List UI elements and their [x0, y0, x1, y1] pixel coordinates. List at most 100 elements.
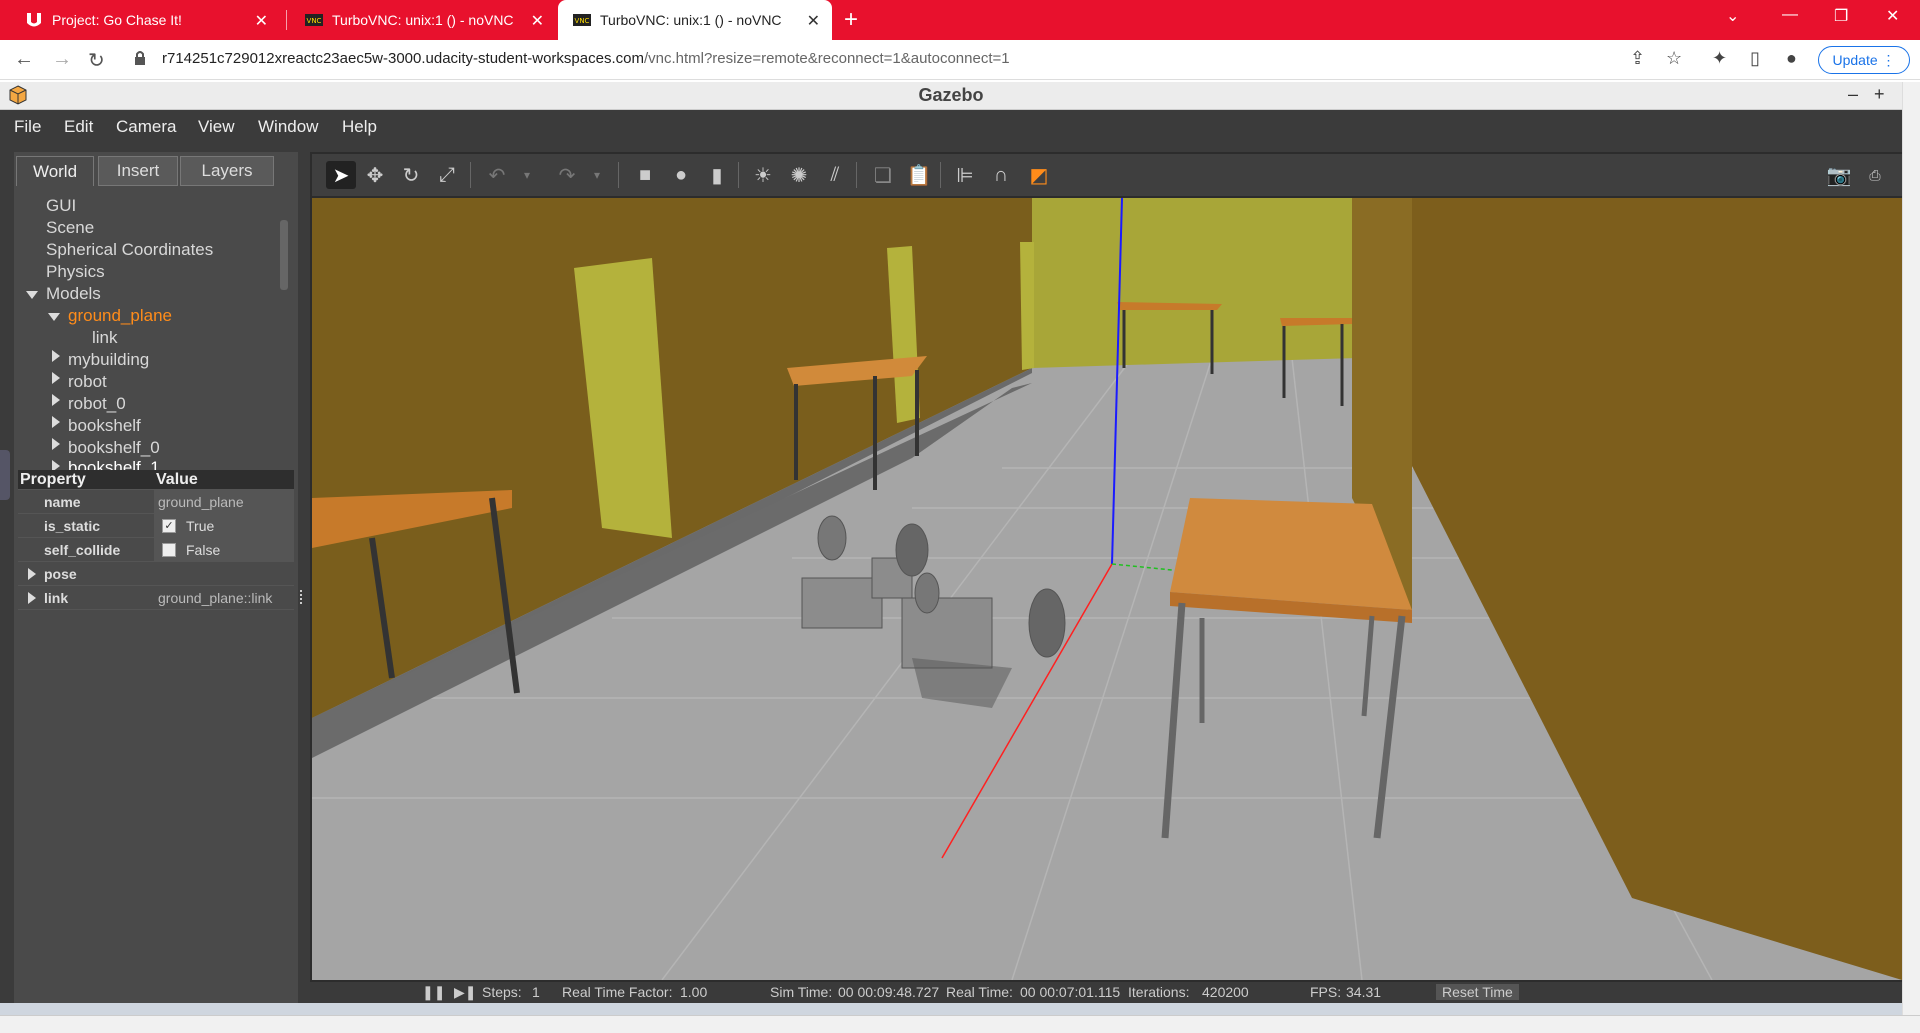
tab-insert[interactable]: Insert — [98, 156, 178, 186]
address-bar: ← → ↻ r714251c729012xreactc23aec5w-3000.… — [0, 40, 1920, 80]
undo-dropdown-icon[interactable]: ▾ — [512, 161, 542, 189]
change-view-icon[interactable]: ◩ — [1024, 161, 1054, 189]
undo-icon[interactable]: ↶ — [482, 161, 512, 189]
translate-mode-icon[interactable]: ✥ — [360, 161, 390, 189]
minimize-icon[interactable]: — — [1782, 6, 1798, 24]
menu-help[interactable]: Help — [342, 117, 377, 137]
align-icon[interactable]: ⊫ — [950, 161, 980, 189]
gz-minimize-icon[interactable]: – — [1848, 84, 1858, 105]
property-table: Property Value name ground_plane is_stat… — [18, 470, 294, 610]
url-field[interactable]: r714251c729012xreactc23aec5w-3000.udacit… — [162, 50, 1010, 67]
side-collapse-handle[interactable] — [0, 450, 10, 500]
copy-icon[interactable]: ❏ — [868, 161, 898, 189]
new-tab-icon[interactable]: + — [844, 6, 858, 34]
side-panel-icon[interactable]: ▯ — [1750, 48, 1760, 69]
reload-icon[interactable]: ↻ — [88, 48, 105, 73]
page-horizontal-scrollbar[interactable] — [0, 1015, 1920, 1033]
scene-view[interactable] — [312, 198, 1902, 980]
share-icon[interactable]: ⇪ — [1630, 48, 1645, 69]
tree-item-bookshelf-0[interactable]: bookshelf_0 — [68, 438, 160, 458]
collide-checkbox[interactable] — [162, 543, 176, 557]
menu-edit[interactable]: Edit — [64, 117, 93, 137]
rotate-mode-icon[interactable]: ↻ — [396, 161, 426, 189]
gz-maximize-icon[interactable]: + — [1874, 84, 1885, 105]
point-light-icon[interactable]: ☀ — [748, 161, 778, 189]
gazebo-window: File Edit Camera View Window Help World … — [0, 110, 1902, 1003]
spot-light-icon[interactable]: ✺ — [784, 161, 814, 189]
cylinder-shape-icon[interactable]: ▮ — [702, 161, 732, 189]
pause-icon[interactable]: ❚❚ — [422, 984, 445, 1001]
static-checkbox[interactable]: ✓ — [162, 519, 176, 533]
steps-value[interactable]: 1 — [532, 984, 540, 1000]
menu-view[interactable]: View — [198, 117, 235, 137]
expand-arrow-icon[interactable] — [26, 291, 38, 299]
box-shape-icon[interactable]: ■ — [630, 161, 660, 189]
tree-item-mybuilding[interactable]: mybuilding — [68, 350, 149, 370]
tree-item-bookshelf[interactable]: bookshelf — [68, 416, 141, 436]
expand-arrow-icon[interactable] — [48, 313, 60, 321]
collapse-arrow-icon[interactable] — [52, 416, 60, 428]
collapse-arrow-icon[interactable] — [52, 394, 60, 406]
close-icon[interactable]: ✕ — [531, 11, 544, 31]
bookmark-star-icon[interactable]: ☆ — [1666, 48, 1682, 69]
close-icon[interactable]: ✕ — [807, 11, 820, 31]
menu-camera[interactable]: Camera — [116, 117, 176, 137]
tab-world[interactable]: World — [16, 156, 94, 186]
tab-layers[interactable]: Layers — [180, 156, 274, 186]
tab-search-icon[interactable]: ⌄ — [1726, 6, 1739, 26]
forward-icon[interactable]: → — [52, 48, 72, 71]
collapse-arrow-icon[interactable] — [52, 372, 60, 384]
tree-item-gui[interactable]: GUI — [46, 196, 76, 216]
collapse-arrow-icon[interactable] — [52, 350, 60, 362]
redo-icon[interactable]: ↷ — [552, 161, 582, 189]
tree-scrollbar[interactable] — [280, 220, 288, 290]
profile-icon[interactable]: ● — [1786, 48, 1797, 69]
collapse-arrow-icon[interactable] — [52, 438, 60, 450]
property-value[interactable]: ground_plane — [158, 494, 244, 510]
expand-arrow-icon[interactable] — [28, 568, 36, 580]
tab-vnc-2[interactable]: VNC TurboVNC: unix:1 () - noVNC ✕ — [558, 0, 832, 40]
gazebo-titlebar: Gazebo – + — [0, 82, 1902, 110]
tree-item-robot[interactable]: robot — [68, 372, 107, 392]
update-button[interactable]: Update ⋮ — [1818, 46, 1910, 74]
tab-vnc-1[interactable]: VNC TurboVNC: unix:1 () - noVNC ✕ — [290, 0, 556, 40]
log-icon[interactable]: ⎙ — [1860, 161, 1890, 189]
close-window-icon[interactable]: ✕ — [1886, 6, 1899, 26]
directional-light-icon[interactable]: ⫽ — [820, 161, 850, 189]
reset-time-button[interactable]: Reset Time — [1436, 984, 1519, 1000]
extensions-icon[interactable]: ✦ — [1712, 48, 1727, 69]
svg-text:VNC: VNC — [575, 17, 590, 25]
menu-window[interactable]: Window — [258, 117, 318, 137]
scale-mode-icon[interactable]: ⤢ — [432, 161, 462, 189]
splitter-handle[interactable] — [300, 590, 304, 604]
page-vertical-scrollbar[interactable] — [1902, 82, 1920, 1015]
sphere-shape-icon[interactable]: ● — [666, 161, 696, 189]
snap-icon[interactable]: ∩ — [986, 161, 1016, 189]
tree-item-link[interactable]: link — [92, 328, 118, 348]
step-icon[interactable]: ▶❚ — [454, 984, 477, 1001]
property-row-link[interactable]: link ground_plane::link — [18, 586, 294, 610]
tree-item-scene[interactable]: Scene — [46, 218, 94, 238]
property-row-pose[interactable]: pose — [18, 562, 294, 586]
expand-arrow-icon[interactable] — [28, 592, 36, 604]
select-mode-icon[interactable]: ➤ — [326, 161, 356, 189]
udacity-icon — [24, 10, 44, 30]
close-icon[interactable]: ✕ — [255, 11, 268, 31]
property-row-static: is_static ✓ True — [18, 514, 294, 538]
tree-item-spherical[interactable]: Spherical Coordinates — [46, 240, 213, 260]
tree-item-models[interactable]: Models — [46, 284, 101, 304]
tree-item-ground-plane[interactable]: ground_plane — [68, 306, 172, 326]
browser-tab-bar: Project: Go Chase It! ✕ VNC TurboVNC: un… — [0, 0, 1920, 40]
tab-project[interactable]: Project: Go Chase It! ✕ — [10, 0, 280, 40]
menu-file[interactable]: File — [14, 117, 41, 137]
redo-dropdown-icon[interactable]: ▾ — [582, 161, 612, 189]
tree-item-robot-0[interactable]: robot_0 — [68, 394, 126, 414]
tree-item-physics[interactable]: Physics — [46, 262, 105, 282]
back-icon[interactable]: ← — [14, 48, 34, 71]
paste-icon[interactable]: 📋 — [904, 161, 934, 189]
restore-icon[interactable]: ❐ — [1834, 6, 1848, 26]
window-title: Gazebo — [918, 85, 984, 105]
scene-toolbar: ➤ ✥ ↻ ⤢ ↶ ▾ ↷ ▾ ■ ● ▮ ☀ ✺ ⫽ ❏ 📋 ⊫ ∩ ◩ 📷 … — [312, 154, 1902, 196]
lock-icon[interactable] — [134, 50, 146, 71]
screenshot-icon[interactable]: 📷 — [1824, 161, 1854, 189]
